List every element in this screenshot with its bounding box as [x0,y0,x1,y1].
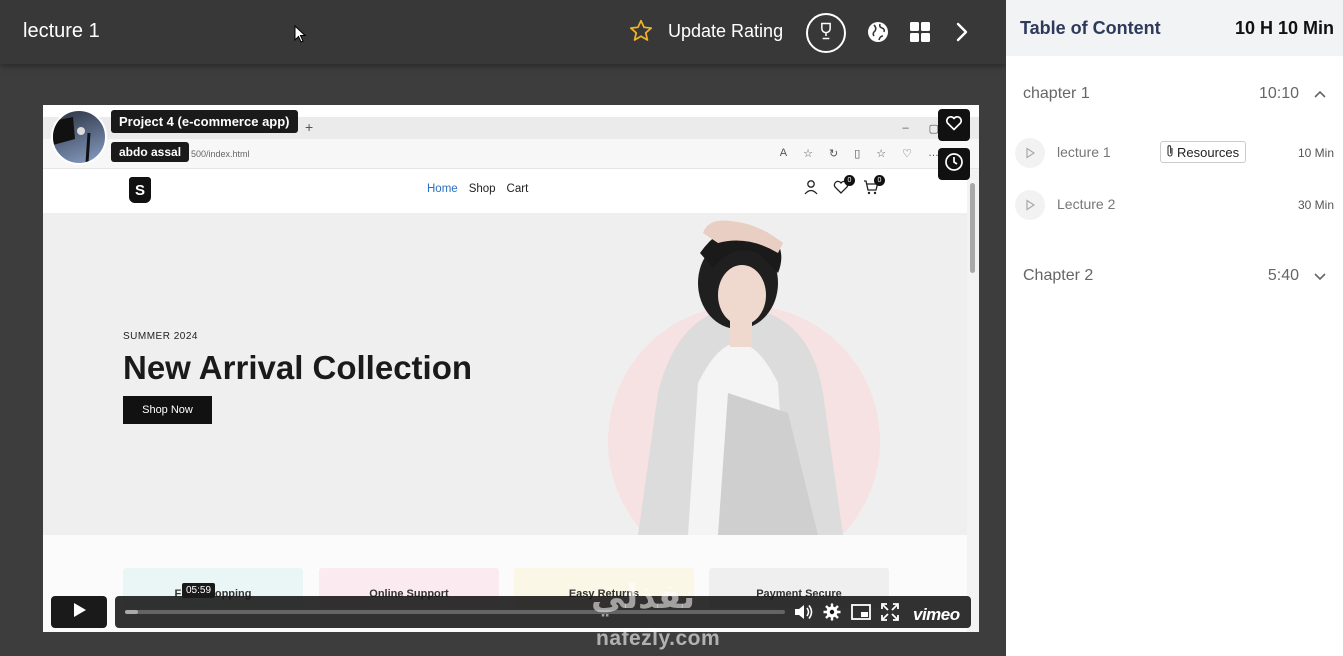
presenter-avatar[interactable] [51,109,107,165]
nav-cart: Cart [506,183,529,195]
chevron-up-icon [1313,87,1327,106]
lecture-play-icon [1015,190,1045,220]
watermark-latin: nafezly.com [596,627,721,650]
mouse-cursor-icon [294,24,307,48]
cart-icon: 0 [863,175,885,200]
lecture-name: Lecture 2 [1057,196,1116,212]
model-figure-image [638,220,843,535]
lecture-item-2[interactable]: Lecture 2 30 Min [1006,184,1343,224]
grid-icon [909,22,931,47]
next-lecture-button[interactable] [952,21,972,48]
watch-later-button[interactable] [938,148,970,180]
chapter-name: Chapter 2 [1023,267,1094,284]
video-page-scrollbar [967,169,979,632]
lecture-name: lecture 1 [1057,144,1111,160]
scroll-thumb [970,183,975,273]
play-button[interactable] [51,596,107,628]
apps-grid-button[interactable] [909,21,931,48]
settings-gear-icon[interactable] [823,603,841,626]
player-control-icons: vimeo [793,603,960,626]
vimeo-logo[interactable]: vimeo [913,605,960,625]
fullscreen-icon[interactable] [881,603,899,626]
wishlist-count: 0 [844,175,855,186]
lecture-item-1[interactable]: lecture 1 Resources 10 Min [1006,132,1343,172]
trophy-icon [816,21,836,46]
resources-button[interactable]: Resources [1160,141,1247,163]
play-icon [70,601,88,624]
hero-banner: SUMMER 2024 New Arrival Collection Shop … [43,213,967,535]
volume-icon[interactable] [793,603,813,626]
site-navbar: S Home Shop Cart 0 0 [43,169,967,213]
achievements-button[interactable] [806,13,846,53]
presenter-name-tag[interactable]: abdo assal [111,142,190,162]
picture-in-picture-icon[interactable] [851,604,871,625]
cart-count: 0 [874,175,885,186]
chapter-1-header[interactable]: chapter 1 10:10 [1006,75,1343,115]
video-player[interactable]: + – ▢ 500/index.html A ☆ ↻ ▯ ☆ ♡… S Home Shop … [43,105,979,632]
chapter-duration: 5:40 [1267,267,1299,284]
toc-total-duration: 10 H 10 Min [1234,18,1334,38]
top-bar: lecture 1 Update Rating [0,0,1006,64]
paperclip-icon [1165,144,1175,161]
toc-header: Table of Content 10 H 10 Min [1006,0,1343,56]
globe-icon [866,22,890,48]
chevron-right-icon [952,22,972,47]
browser-toolbar-icons: A ☆ ↻ ▯ ☆ ♡… [779,147,939,160]
shop-now-button: Shop Now [123,396,212,424]
nav-home: Home [427,183,458,195]
player-area: lecture 1 Update Rating + – ▢ 500/index.… [0,0,1006,656]
toc-title: Table of Content [1020,18,1161,38]
table-of-content-sidebar: Table of Content 10 H 10 Min chapter 1 1… [1006,0,1343,656]
chapter-2-header[interactable]: Chapter 2 5:40 [1006,257,1343,297]
language-button[interactable] [866,20,890,49]
lecture-duration: 30 Min [1297,198,1334,212]
hero-title: New Arrival Collection [123,349,473,386]
course-title-tag[interactable]: Project 4 (e-commerce app) [111,110,298,133]
hero-subtitle: SUMMER 2024 [123,331,198,342]
nav-shop: Shop [468,183,496,195]
update-rating-button[interactable]: Update Rating [628,18,783,44]
heart-icon [945,114,963,137]
lecture-title: lecture 1 [23,20,100,42]
lecture-play-icon [1015,138,1045,168]
clock-icon [944,152,964,177]
shop-logo-icon: S [129,177,151,203]
wishlist-icon: 0 [833,175,855,200]
lecture-duration: 10 Min [1297,146,1334,160]
new-tab-icon: + [305,119,314,135]
progress-fill [125,610,139,614]
watermark-arabic: نفذلي [591,578,696,616]
star-icon [628,18,654,44]
update-rating-label: Update Rating [668,20,784,41]
window-controls: – ▢ [902,122,939,135]
resources-label: Resources [1177,144,1240,160]
like-video-button[interactable] [938,109,970,141]
site-nav-links: Home Shop Cart [427,183,528,195]
chapter-name: chapter 1 [1023,85,1090,102]
site-nav-icons: 0 0 [803,175,885,200]
user-icon [803,179,819,200]
control-bar: vimeo 05:59 [115,583,971,628]
current-time-badge: 05:59 [182,583,216,598]
video-controls: vimeo 05:59 [51,583,971,628]
url-text: 500/index.html [191,149,250,159]
chevron-down-icon [1313,269,1327,288]
chapter-duration: 10:10 [1258,85,1299,102]
